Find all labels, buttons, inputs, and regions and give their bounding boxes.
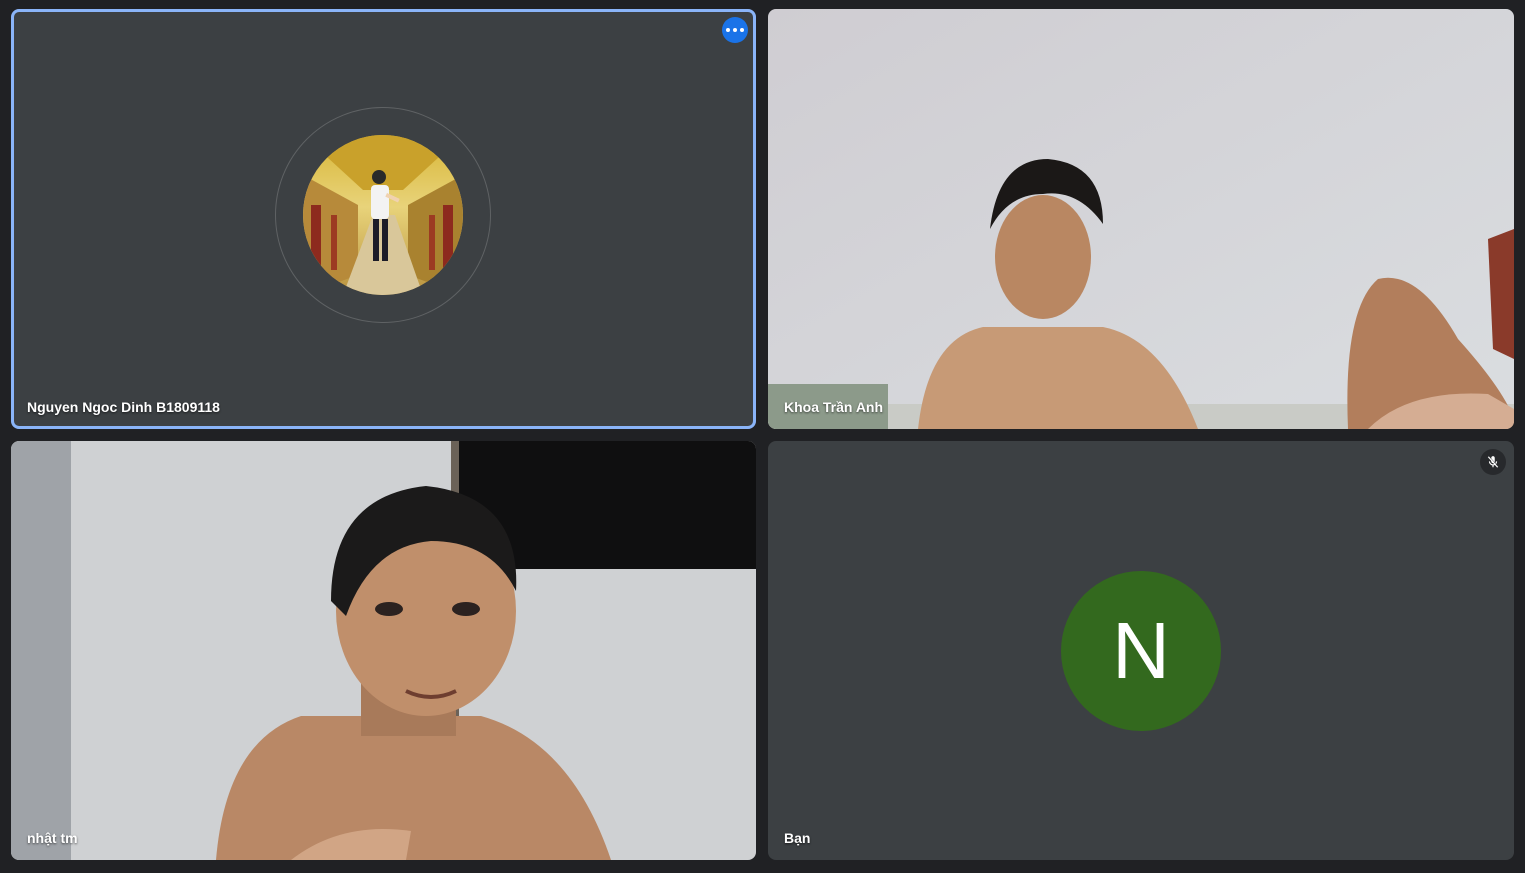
participant-tile-2[interactable]: Khoa Trần Anh <box>768 9 1514 429</box>
meeting-grid: Nguyen Ngoc Dinh B1809118 Khoa Trần Anh <box>0 0 1525 873</box>
participant-name: Nguyen Ngoc Dinh B1809118 <box>27 399 220 415</box>
participant-name: nhật tm <box>27 830 78 846</box>
letter-avatar: N <box>1061 571 1221 731</box>
video-feed <box>768 9 1514 429</box>
video-feed <box>11 441 756 860</box>
more-horizontal-icon <box>726 28 730 32</box>
mic-off-icon <box>1480 449 1506 475</box>
participant-tile-3[interactable]: nhật tm <box>11 441 756 860</box>
mic-off-icon-svg <box>1487 456 1499 468</box>
more-options-button[interactable] <box>722 17 748 43</box>
participant-tile-1[interactable]: Nguyen Ngoc Dinh B1809118 <box>11 9 756 429</box>
participant-name: Khoa Trần Anh <box>784 399 884 415</box>
profile-photo-image <box>303 135 463 295</box>
profile-photo-avatar <box>303 135 463 295</box>
more-horizontal-icon-dot <box>740 28 744 32</box>
more-horizontal-icon-dot <box>733 28 737 32</box>
participant-tile-4[interactable]: N Bạn <box>768 441 1514 860</box>
participant-name: Bạn <box>784 830 811 846</box>
avatar-initial: N <box>1112 606 1170 695</box>
